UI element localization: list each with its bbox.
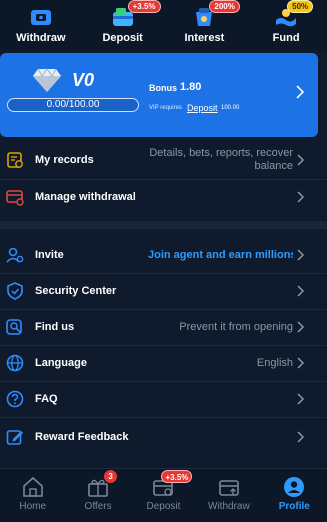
offers-count-badge: 3 xyxy=(104,470,118,483)
chevron-right-icon xyxy=(297,393,305,405)
menu-item-reward-feedback[interactable]: Reward Feedback xyxy=(0,419,327,455)
chevron-right-icon[interactable] xyxy=(295,85,305,99)
top-withdraw-button[interactable]: Withdraw xyxy=(6,4,76,44)
vip-deposit-link[interactable]: Deposit xyxy=(187,103,218,113)
section-divider xyxy=(0,221,327,229)
bottom-navigation: Home 3 Offers +3.5% Deposit Withdraw Pro… xyxy=(0,468,327,522)
top-withdraw-label: Withdraw xyxy=(16,32,66,44)
nav-label: Deposit xyxy=(146,501,181,512)
feedback-icon xyxy=(6,430,23,445)
chevron-right-icon xyxy=(297,431,305,443)
menu-item-label: Find us xyxy=(35,321,75,333)
globe-icon xyxy=(6,354,24,372)
nav-label: Withdraw xyxy=(208,501,250,512)
menu-item-label: Invite xyxy=(35,249,64,261)
vip-diamond-icon xyxy=(33,68,61,92)
menu-item-my-records[interactable]: My records Details, bets, reports, recov… xyxy=(0,141,327,179)
chevron-right-icon xyxy=(297,191,305,203)
nav-profile[interactable]: Profile xyxy=(262,476,326,512)
menu-item-label: Reward Feedback xyxy=(35,431,129,443)
nav-offers[interactable]: 3 Offers xyxy=(66,470,130,512)
menu-item-value: Details, bets, reports, recover balance xyxy=(149,147,293,172)
top-deposit-label: Deposit xyxy=(102,32,143,44)
divider xyxy=(0,417,327,418)
top-fund-button[interactable]: 50% Fund xyxy=(251,0,321,44)
menu-item-value: English xyxy=(256,357,293,369)
chevron-right-icon xyxy=(297,321,305,333)
chevron-right-icon xyxy=(297,249,305,261)
menu-item-find-us[interactable]: Find us Prevent it from opening xyxy=(0,309,327,345)
faq-icon xyxy=(6,390,24,408)
top-action-bar: Withdraw +3.5% Deposit 200% Interest 50%… xyxy=(0,0,327,50)
vip-requires-text: VIP requires xyxy=(149,105,182,111)
bonus-label: Bonus xyxy=(149,83,177,93)
top-fund-label: Fund xyxy=(272,32,300,44)
nav-deposit[interactable]: +3.5% Deposit xyxy=(131,470,195,512)
nav-withdraw[interactable]: Withdraw xyxy=(197,476,261,512)
invite-icon xyxy=(6,247,24,263)
menu-item-label: Language xyxy=(35,357,87,369)
vip-required-amount: 100.00 xyxy=(221,105,240,111)
vip-progress-text: 0.00/100.00 xyxy=(46,99,100,110)
menu-item-invite[interactable]: Invite Join agent and earn millions a xyxy=(0,237,327,273)
bonus-value: 1.80 xyxy=(180,81,202,93)
find-us-icon xyxy=(6,319,22,335)
nav-home[interactable]: Home xyxy=(1,476,65,512)
manage-withdrawal-icon xyxy=(6,190,24,206)
menu-item-value: Prevent it from opening xyxy=(179,321,293,333)
menu-item-label: FAQ xyxy=(35,393,58,405)
menu-item-faq[interactable]: FAQ xyxy=(0,381,327,417)
fund-rate-badge: 50% xyxy=(287,0,314,13)
top-deposit-button[interactable]: +3.5% Deposit xyxy=(88,0,161,44)
interest-rate-badge: 200% xyxy=(209,0,240,13)
withdraw-nav-icon xyxy=(219,480,239,496)
profile-icon xyxy=(284,477,305,497)
menu-item-manage-withdrawal[interactable]: Manage withdrawal xyxy=(0,179,327,215)
menu-item-label: My records xyxy=(35,154,94,166)
records-icon xyxy=(7,152,23,168)
top-interest-label: Interest xyxy=(184,32,225,44)
nav-label: Profile xyxy=(278,501,310,512)
chevron-right-icon xyxy=(297,154,305,166)
withdraw-icon xyxy=(30,10,51,25)
security-shield-icon xyxy=(7,282,23,300)
vip-card[interactable]: V0 0.00/100.00 Bonus 1.80 VIP requires D… xyxy=(0,53,318,137)
nav-label: Offers xyxy=(84,501,112,512)
chevron-right-icon xyxy=(297,285,305,297)
menu-item-language[interactable]: Language English xyxy=(0,345,327,381)
deposit-nav-badge: +3.5% xyxy=(161,470,193,483)
chevron-right-icon xyxy=(297,357,305,369)
nav-label: Home xyxy=(19,501,47,512)
menu-item-value: Join agent and earn millions a xyxy=(148,249,293,261)
menu-item-security-center[interactable]: Security Center xyxy=(0,273,327,309)
home-icon xyxy=(22,476,43,497)
deposit-bonus-badge: +3.5% xyxy=(127,0,161,13)
menu-item-label: Manage withdrawal xyxy=(35,191,136,203)
vip-level: V0 xyxy=(72,70,95,90)
menu-item-label: Security Center xyxy=(35,285,117,297)
top-interest-button[interactable]: 200% Interest xyxy=(169,0,240,44)
